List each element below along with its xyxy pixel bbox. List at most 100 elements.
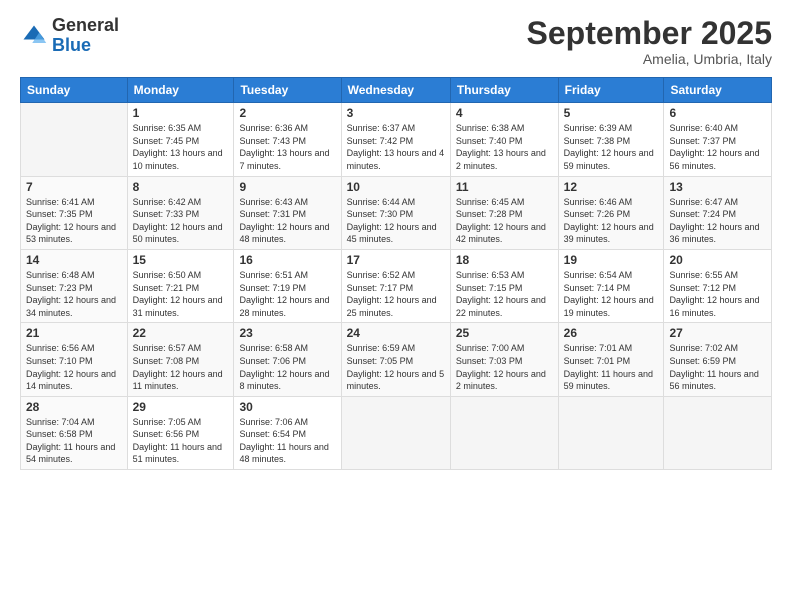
day-number: 29 (133, 400, 229, 414)
calendar-cell: 25Sunrise: 7:00 AM Sunset: 7:03 PM Dayli… (450, 323, 558, 396)
calendar-cell: 6 Sunrise: 6:40 AM Sunset: 7:37 PM Daylig… (664, 103, 772, 176)
calendar-cell (341, 396, 450, 469)
day-info: Sunrise: 6:47 AM Sunset: 7:24 PM Dayligh… (669, 196, 766, 246)
calendar-cell: 30 Sunrise: 7:06 AM Sunset: 6:54 PM Dayli… (234, 396, 341, 469)
calendar-cell: 29 Sunrise: 7:05 AM Sunset: 6:56 PM Dayli… (127, 396, 234, 469)
calendar-week-5: 28Sunrise: 7:04 AM Sunset: 6:58 PM Dayli… (21, 396, 772, 469)
calendar-cell: 4Sunrise: 6:38 AM Sunset: 7:40 PM Daylig… (450, 103, 558, 176)
calendar-week-3: 14Sunrise: 6:48 AM Sunset: 7:23 PM Dayli… (21, 249, 772, 322)
calendar-cell (664, 396, 772, 469)
day-number: 8 (133, 180, 229, 194)
calendar-cell: 18 Sunrise: 6:53 AM Sunset: 7:15 PM Dayli… (450, 249, 558, 322)
day-info: Sunrise: 6:41 AM Sunset: 7:35 PM Dayligh… (26, 196, 122, 246)
day-info: Sunrise: 6:54 AM Sunset: 7:14 PM Dayligh… (564, 269, 659, 319)
day-info: Sunrise: 6:39 AM Sunset: 7:38 PM Dayligh… (564, 122, 659, 172)
calendar-cell: 2 Sunrise: 6:36 AM Sunset: 7:43 PM Daylig… (234, 103, 341, 176)
calendar-cell: 28Sunrise: 7:04 AM Sunset: 6:58 PM Dayli… (21, 396, 128, 469)
logo: General Blue (20, 16, 119, 56)
day-info: Sunrise: 6:35 AM Sunset: 7:45 PM Dayligh… (133, 122, 229, 172)
day-info: Sunrise: 6:59 AM Sunset: 7:05 PM Dayligh… (347, 342, 445, 392)
col-tuesday: Tuesday (234, 78, 341, 103)
day-info: Sunrise: 6:46 AM Sunset: 7:26 PM Dayligh… (564, 196, 659, 246)
logo-text: General Blue (52, 16, 119, 56)
day-info: Sunrise: 7:06 AM Sunset: 6:54 PM Dayligh… (239, 416, 335, 466)
calendar-cell: 11 Sunrise: 6:45 AM Sunset: 7:28 PM Dayli… (450, 176, 558, 249)
calendar-week-1: 1 Sunrise: 6:35 AM Sunset: 7:45 PM Daylig… (21, 103, 772, 176)
day-info: Sunrise: 7:00 AM Sunset: 7:03 PM Dayligh… (456, 342, 553, 392)
calendar-cell: 14Sunrise: 6:48 AM Sunset: 7:23 PM Dayli… (21, 249, 128, 322)
calendar-cell: 24 Sunrise: 6:59 AM Sunset: 7:05 PM Dayli… (341, 323, 450, 396)
day-number: 17 (347, 253, 445, 267)
logo-blue-text: Blue (52, 36, 119, 56)
col-sunday: Sunday (21, 78, 128, 103)
day-info: Sunrise: 6:36 AM Sunset: 7:43 PM Dayligh… (239, 122, 335, 172)
calendar-cell: 13Sunrise: 6:47 AM Sunset: 7:24 PM Dayli… (664, 176, 772, 249)
calendar-header-row: Sunday Monday Tuesday Wednesday Thursday… (21, 78, 772, 103)
day-number: 1 (133, 106, 229, 120)
day-number: 21 (26, 326, 122, 340)
calendar-week-2: 7 Sunrise: 6:41 AM Sunset: 7:35 PM Daylig… (21, 176, 772, 249)
day-number: 24 (347, 326, 445, 340)
calendar-cell: 10 Sunrise: 6:44 AM Sunset: 7:30 PM Dayli… (341, 176, 450, 249)
day-number: 6 (669, 106, 766, 120)
day-number: 10 (347, 180, 445, 194)
calendar-cell: 20 Sunrise: 6:55 AM Sunset: 7:12 PM Dayli… (664, 249, 772, 322)
day-info: Sunrise: 6:43 AM Sunset: 7:31 PM Dayligh… (239, 196, 335, 246)
day-info: Sunrise: 7:04 AM Sunset: 6:58 PM Dayligh… (26, 416, 122, 466)
day-info: Sunrise: 6:37 AM Sunset: 7:42 PM Dayligh… (347, 122, 445, 172)
day-number: 7 (26, 180, 122, 194)
day-info: Sunrise: 7:05 AM Sunset: 6:56 PM Dayligh… (133, 416, 229, 466)
day-number: 5 (564, 106, 659, 120)
day-info: Sunrise: 6:58 AM Sunset: 7:06 PM Dayligh… (239, 342, 335, 392)
day-info: Sunrise: 6:53 AM Sunset: 7:15 PM Dayligh… (456, 269, 553, 319)
calendar-cell: 15 Sunrise: 6:50 AM Sunset: 7:21 PM Dayli… (127, 249, 234, 322)
day-info: Sunrise: 6:57 AM Sunset: 7:08 PM Dayligh… (133, 342, 229, 392)
day-number: 19 (564, 253, 659, 267)
day-number: 26 (564, 326, 659, 340)
day-info: Sunrise: 6:44 AM Sunset: 7:30 PM Dayligh… (347, 196, 445, 246)
calendar-week-4: 21 Sunrise: 6:56 AM Sunset: 7:10 PM Dayli… (21, 323, 772, 396)
day-info: Sunrise: 7:02 AM Sunset: 6:59 PM Dayligh… (669, 342, 766, 392)
day-info: Sunrise: 6:56 AM Sunset: 7:10 PM Dayligh… (26, 342, 122, 392)
calendar-table: Sunday Monday Tuesday Wednesday Thursday… (20, 77, 772, 470)
day-number: 11 (456, 180, 553, 194)
calendar-cell: 5 Sunrise: 6:39 AM Sunset: 7:38 PM Daylig… (558, 103, 664, 176)
col-thursday: Thursday (450, 78, 558, 103)
day-number: 14 (26, 253, 122, 267)
day-number: 18 (456, 253, 553, 267)
calendar-cell: 7 Sunrise: 6:41 AM Sunset: 7:35 PM Daylig… (21, 176, 128, 249)
calendar-cell: 26Sunrise: 7:01 AM Sunset: 7:01 PM Dayli… (558, 323, 664, 396)
month-title: September 2025 (527, 16, 772, 51)
day-number: 3 (347, 106, 445, 120)
day-info: Sunrise: 6:50 AM Sunset: 7:21 PM Dayligh… (133, 269, 229, 319)
logo-icon (20, 22, 48, 50)
logo-general-text: General (52, 16, 119, 36)
calendar-cell: 16Sunrise: 6:51 AM Sunset: 7:19 PM Dayli… (234, 249, 341, 322)
day-info: Sunrise: 6:42 AM Sunset: 7:33 PM Dayligh… (133, 196, 229, 246)
day-info: Sunrise: 6:55 AM Sunset: 7:12 PM Dayligh… (669, 269, 766, 319)
day-number: 20 (669, 253, 766, 267)
col-wednesday: Wednesday (341, 78, 450, 103)
calendar-cell: 3 Sunrise: 6:37 AM Sunset: 7:42 PM Daylig… (341, 103, 450, 176)
day-info: Sunrise: 6:45 AM Sunset: 7:28 PM Dayligh… (456, 196, 553, 246)
calendar-cell: 19 Sunrise: 6:54 AM Sunset: 7:14 PM Dayli… (558, 249, 664, 322)
col-friday: Friday (558, 78, 664, 103)
calendar-cell: 22Sunrise: 6:57 AM Sunset: 7:08 PM Dayli… (127, 323, 234, 396)
day-number: 12 (564, 180, 659, 194)
day-info: Sunrise: 6:40 AM Sunset: 7:37 PM Dayligh… (669, 122, 766, 172)
calendar-cell: 8 Sunrise: 6:42 AM Sunset: 7:33 PM Daylig… (127, 176, 234, 249)
day-number: 30 (239, 400, 335, 414)
calendar-cell: 1 Sunrise: 6:35 AM Sunset: 7:45 PM Daylig… (127, 103, 234, 176)
title-area: September 2025 Amelia, Umbria, Italy (527, 16, 772, 67)
calendar-cell: 27 Sunrise: 7:02 AM Sunset: 6:59 PM Dayli… (664, 323, 772, 396)
day-number: 16 (239, 253, 335, 267)
calendar-cell (21, 103, 128, 176)
col-monday: Monday (127, 78, 234, 103)
day-info: Sunrise: 6:38 AM Sunset: 7:40 PM Dayligh… (456, 122, 553, 172)
day-number: 9 (239, 180, 335, 194)
calendar-cell: 23 Sunrise: 6:58 AM Sunset: 7:06 PM Dayli… (234, 323, 341, 396)
day-number: 23 (239, 326, 335, 340)
day-number: 2 (239, 106, 335, 120)
day-number: 15 (133, 253, 229, 267)
day-number: 27 (669, 326, 766, 340)
